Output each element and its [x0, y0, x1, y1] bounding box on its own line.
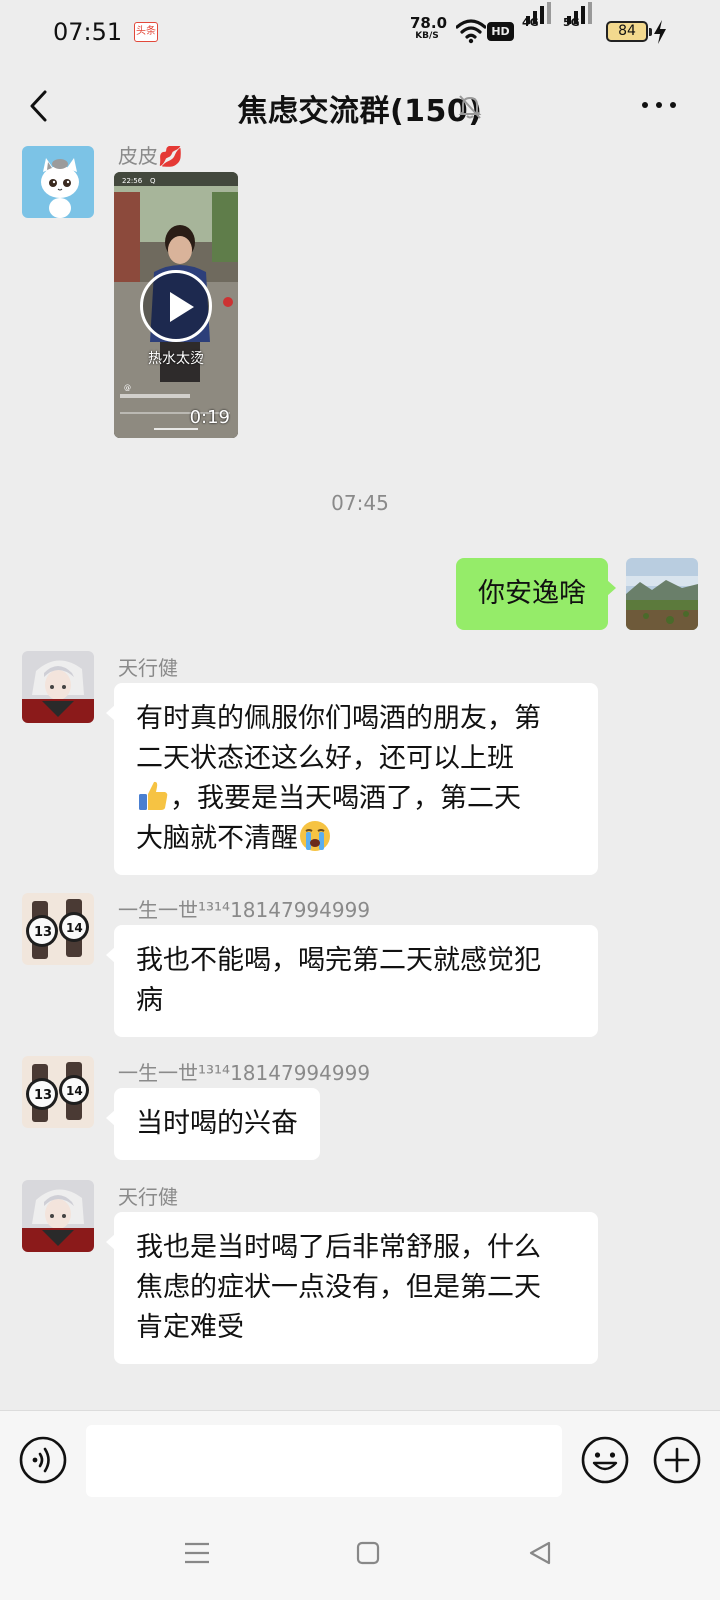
svg-text:Q: Q: [150, 177, 156, 185]
svg-text:13: 13: [34, 1088, 52, 1103]
chat-header: 焦虑交流群(150): [0, 64, 720, 146]
message-bubble[interactable]: 有时真的佩服你们喝酒的朋友，第 二天状态还这么好，还可以上班 ，我要是当天喝酒了…: [106, 683, 598, 875]
chat-title: 焦虑交流群(150): [237, 94, 483, 129]
svg-text:13: 13: [34, 925, 52, 940]
message-line: 我也是当时喝了后非常舒服，什么: [136, 1232, 541, 1263]
message-line: 当时喝的兴奋: [136, 1108, 298, 1139]
play-button[interactable]: [140, 270, 212, 342]
signal-5g-icon: 5G: [563, 2, 595, 46]
wifi-icon: [456, 19, 486, 44]
video-duration: 0:19: [189, 407, 230, 428]
charging-bolt-icon: [654, 20, 666, 44]
message-bubble[interactable]: 我也是当时喝了后非常舒服，什么 焦虑的症状一点没有，但是第二天 肯定难受: [106, 1212, 598, 1364]
network-speed-value: 78.0: [410, 14, 448, 32]
svg-text:14: 14: [66, 921, 83, 935]
message-line: 大脑就不清醒: [136, 823, 298, 854]
battery-icon: 84: [606, 21, 652, 42]
voice-icon[interactable]: [18, 1435, 68, 1485]
hd-voice-icon: HD: [487, 22, 514, 41]
menu-icon[interactable]: [183, 1540, 211, 1566]
message-line: 病: [136, 985, 163, 1016]
plus-icon[interactable]: [652, 1435, 702, 1485]
network-speed-unit: KB/S: [415, 31, 439, 41]
sender-name: 天行健: [118, 1185, 178, 1209]
outgoing-message-bubble[interactable]: 你安逸啥: [456, 558, 616, 630]
message-bubble[interactable]: 当时喝的兴奋: [106, 1088, 320, 1160]
timestamp: 07:45: [331, 491, 389, 515]
message-bubble[interactable]: 我也不能喝，喝完第二天就感觉犯 病: [106, 925, 598, 1037]
svg-text:@: @: [124, 384, 131, 392]
message-input[interactable]: [86, 1425, 562, 1497]
input-bar: [0, 1410, 720, 1510]
sender-name: 皮皮💋: [118, 146, 183, 168]
home-icon[interactable]: [356, 1541, 380, 1565]
sender-name: 一生一世¹³¹⁴18147994999: [118, 1061, 371, 1085]
video-caption: 热水太烫: [148, 351, 204, 367]
message-list[interactable]: 皮皮💋 22:56 Q @ 热水太烫 0:19 07:45 你安逸啥 天行健 有…: [0, 146, 720, 1410]
toutiao-app-icon: 头条: [134, 22, 158, 42]
crying-emoji-icon: [300, 821, 330, 851]
signal-4g-icon: 4G: [522, 2, 554, 46]
avatar-anime[interactable]: [22, 1180, 94, 1252]
status-bar: 07:51 头条 78.0 KB/S HD 4G 5G 84: [0, 0, 720, 64]
sender-name: 一生一世¹³¹⁴18147994999: [118, 898, 371, 922]
message-line: ，我要是当天喝酒了，第二天: [170, 783, 521, 814]
thumbs-up-icon: [139, 781, 168, 810]
more-icon[interactable]: [640, 102, 680, 112]
network-speed: 78.0 KB/S: [410, 14, 448, 42]
avatar-watches[interactable]: 13 14: [22, 893, 94, 965]
status-time: 07:51: [53, 18, 123, 46]
svg-text:14: 14: [66, 1084, 83, 1098]
mute-bell-icon: [458, 95, 482, 119]
message-line: 有时真的佩服你们喝酒的朋友，第: [136, 703, 541, 734]
sender-name: 天行健: [118, 656, 178, 680]
message-line: 焦虑的症状一点没有，但是第二天: [136, 1272, 541, 1303]
avatar-cat[interactable]: [22, 146, 94, 218]
message-line: 肯定难受: [136, 1312, 244, 1343]
my-avatar[interactable]: [626, 558, 698, 630]
avatar-anime[interactable]: [22, 651, 94, 723]
message-line: 我也不能喝，喝完第二天就感觉犯: [136, 945, 541, 976]
message-line: 二天状态还这么好，还可以上班: [136, 743, 514, 774]
video-message[interactable]: 22:56 Q @ 热水太烫 0:19: [114, 172, 238, 438]
emoji-icon[interactable]: [580, 1435, 630, 1485]
svg-text:22:56: 22:56: [122, 177, 143, 185]
back-triangle-icon[interactable]: [527, 1540, 553, 1566]
avatar-watches[interactable]: 13 14: [22, 1056, 94, 1128]
system-navigation-bar: [0, 1510, 720, 1600]
